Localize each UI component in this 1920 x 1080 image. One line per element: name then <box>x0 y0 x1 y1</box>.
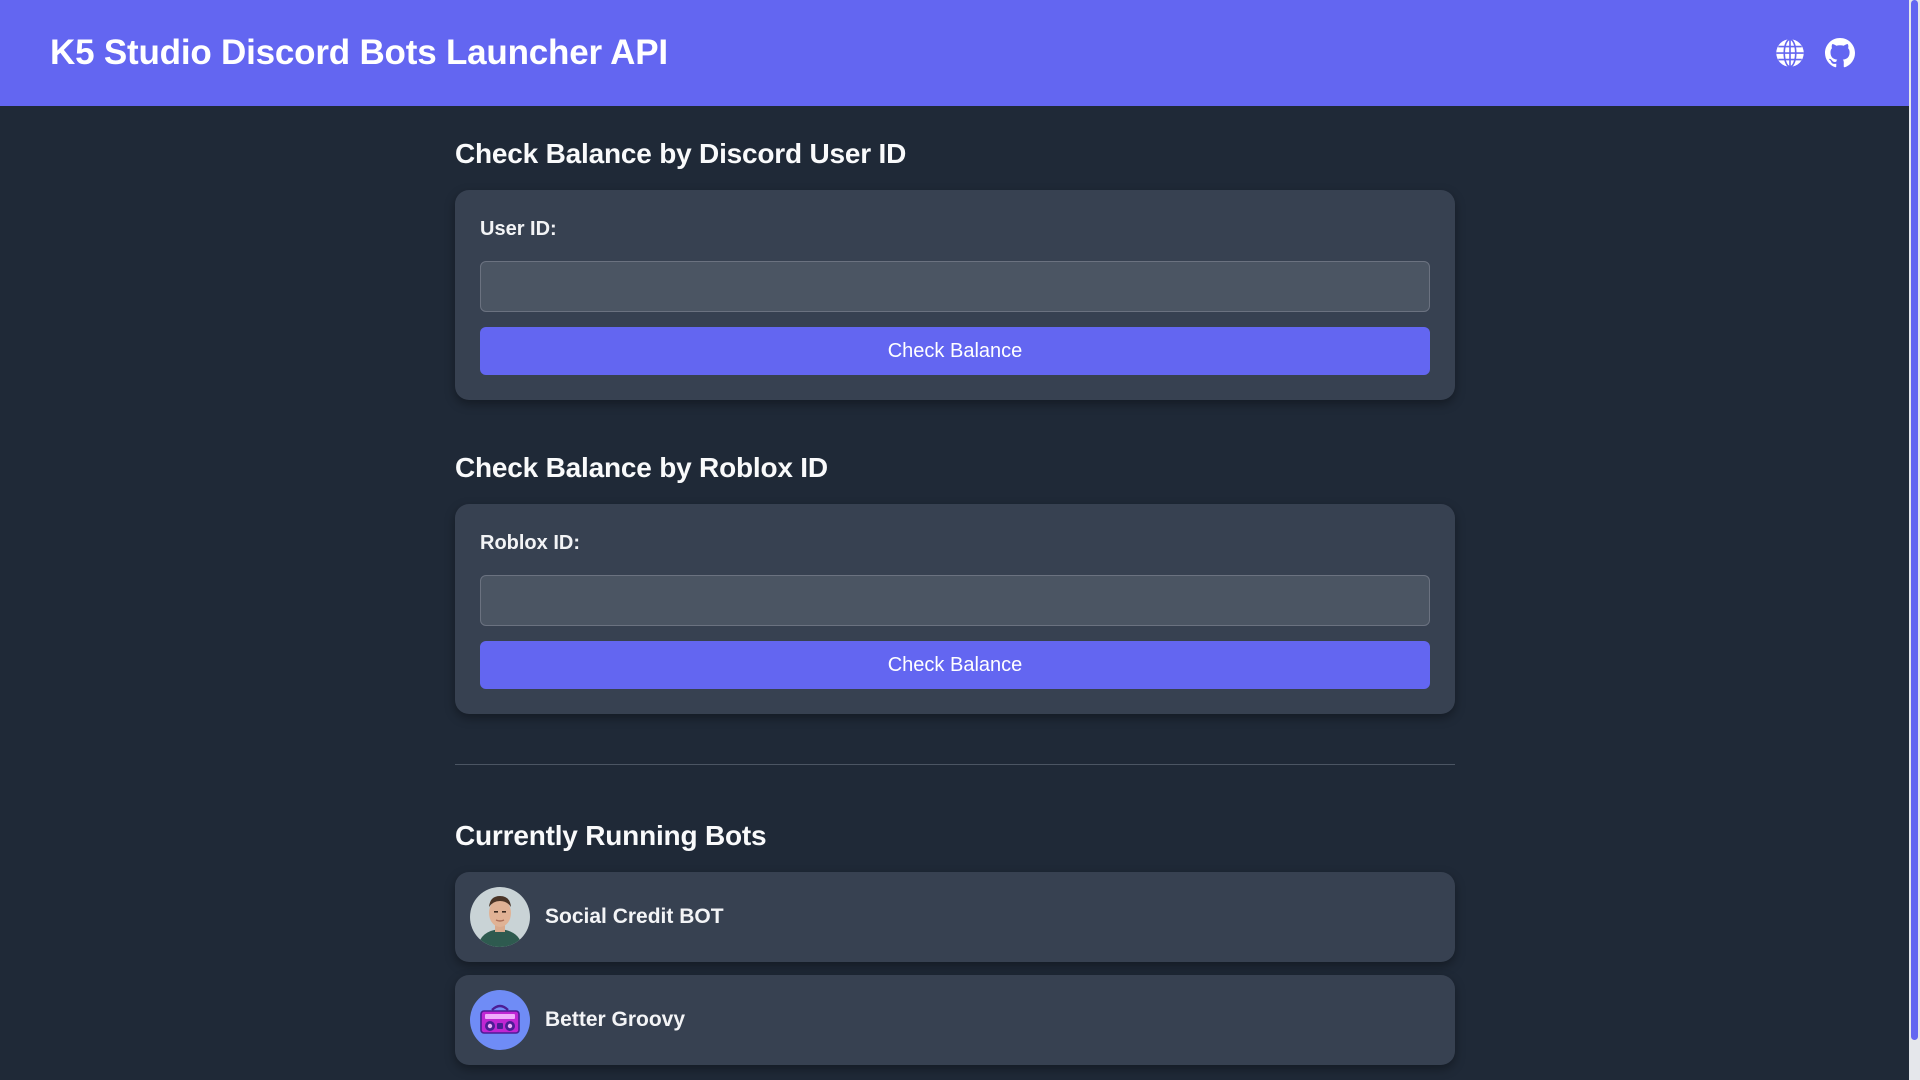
boombox-avatar <box>470 990 530 1050</box>
page-title: K5 Studio Discord Bots Launcher API <box>50 33 668 72</box>
bot-name: Better Groovy <box>545 1008 686 1031</box>
section-divider <box>455 764 1455 765</box>
scrollbar-thumb[interactable] <box>1911 0 1918 1040</box>
check-balance-roblox-button[interactable]: Check Balance <box>480 641 1430 689</box>
roblox-section-title: Check Balance by Roblox ID <box>455 452 828 483</box>
header-icons <box>1775 38 1855 68</box>
main-content: Check Balance by Discord User ID User ID… <box>455 106 1455 1078</box>
globe-icon[interactable] <box>1775 38 1805 68</box>
discord-balance-card: User ID: Check Balance <box>455 190 1455 400</box>
top-header: K5 Studio Discord Bots Launcher API <box>0 0 1909 106</box>
bot-list-item[interactable]: Social Credit BOT <box>455 872 1455 962</box>
discord-section-title: Check Balance by Discord User ID <box>455 138 907 169</box>
check-balance-discord-button[interactable]: Check Balance <box>480 327 1430 375</box>
roblox-balance-card: Roblox ID: Check Balance <box>455 504 1455 714</box>
roblox-id-input[interactable] <box>480 575 1430 626</box>
bot-list-item[interactable]: Better Groovy <box>455 975 1455 1065</box>
github-icon[interactable] <box>1825 38 1855 68</box>
user-id-input[interactable] <box>480 261 1430 312</box>
user-id-label: User ID: <box>480 218 557 240</box>
bot-name: Social Credit BOT <box>545 905 724 928</box>
roblox-id-label: Roblox ID: <box>480 532 580 554</box>
man-portrait-avatar <box>470 887 530 947</box>
page-scrollbar[interactable] <box>1909 0 1920 1080</box>
running-bots-title: Currently Running Bots <box>455 820 767 851</box>
